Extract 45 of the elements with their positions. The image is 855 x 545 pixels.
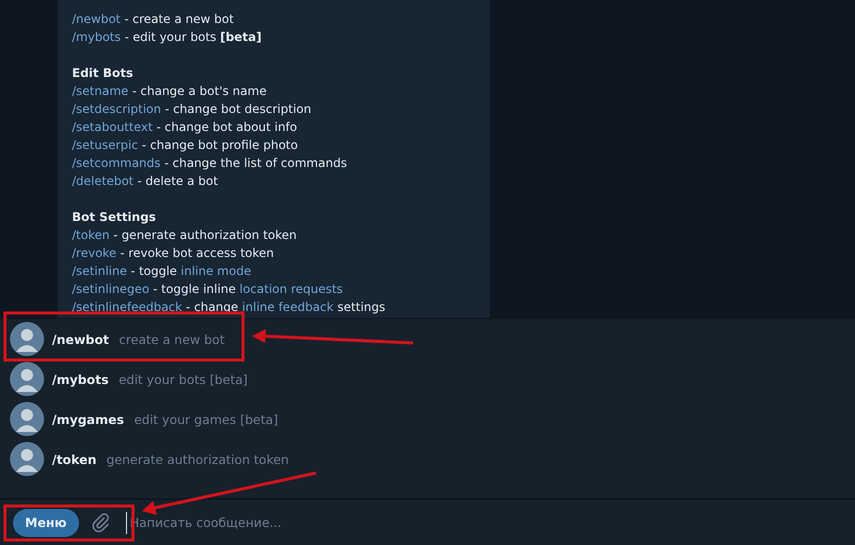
command-name[interactable]: /mygames	[52, 412, 124, 426]
command-description: /mybots - edit your bots [beta]	[72, 29, 262, 46]
avatar	[10, 362, 44, 396]
command-hint: edit your bots [beta]	[118, 372, 248, 386]
command-hint: create a new bot	[119, 332, 225, 346]
command-link[interactable]: /setinlinefeedback	[72, 300, 182, 314]
command-description: /revoke - revoke bot access token	[72, 245, 274, 262]
menu-button[interactable]: Меню	[13, 508, 79, 536]
command-link[interactable]: /mybots	[72, 30, 121, 44]
command-description: /setinlinefeedback - change inline feedback settings	[72, 299, 386, 316]
command-name[interactable]: /mybots	[52, 372, 109, 386]
command-link[interactable]: /revoke	[72, 246, 116, 260]
command-link[interactable]: /setdescription	[72, 102, 162, 116]
avatar	[10, 322, 44, 356]
paperclip-icon[interactable]	[90, 512, 112, 534]
command-name[interactable]: /newbot	[52, 332, 110, 346]
command-link[interactable]: /setinline	[72, 264, 127, 278]
command-link[interactable]: /setabouttext	[72, 120, 153, 134]
inline-link[interactable]: location requests	[240, 282, 343, 296]
command-name[interactable]: /token	[52, 452, 96, 466]
command-description: /setabouttext - change bot about info	[72, 119, 298, 136]
command-link[interactable]: /setname	[72, 84, 128, 98]
command-description: /setuserpic - change bot profile photo	[72, 137, 298, 154]
command-hint: edit your games [beta]	[134, 412, 278, 426]
command-description: /setinlinegeo - toggle inline location requests	[72, 281, 343, 298]
command-description: /token - generate authorization token	[72, 227, 297, 244]
command-link[interactable]: /deletebot	[72, 174, 134, 188]
inline-link[interactable]: inline mode	[180, 264, 252, 278]
section-heading: Bot Settings	[72, 209, 156, 226]
command-link[interactable]: /token	[72, 228, 110, 242]
command-link[interactable]: /setcommands	[72, 156, 161, 170]
avatar	[10, 442, 44, 476]
command-description: /setcommands - change the list of commands	[72, 155, 347, 172]
command-link[interactable]: /newbot	[72, 12, 121, 26]
command-description: /newbot - create a new bot	[72, 11, 234, 28]
command-description: /setname - change a bot's name	[72, 83, 267, 100]
command-description: /setdescription - change bot description	[72, 101, 312, 118]
avatar	[10, 402, 44, 436]
command-description: /deletebot - delete a bot	[72, 173, 218, 190]
command-hint: generate authorization token	[106, 452, 289, 466]
command-link[interactable]: /setinlinegeo	[72, 282, 150, 296]
command-link[interactable]: /setuserpic	[72, 138, 138, 152]
command-description: /setinline - toggle inline mode	[72, 263, 252, 280]
inline-link[interactable]: inline feedback	[242, 300, 334, 314]
section-heading: Edit Bots	[72, 65, 134, 82]
